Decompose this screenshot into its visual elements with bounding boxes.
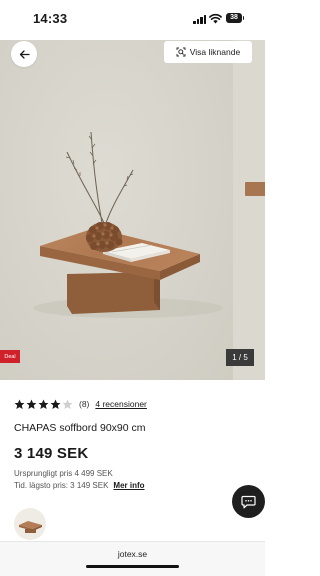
product-title: CHAPAS soffbord 90x90 cm bbox=[14, 422, 146, 434]
wifi-icon bbox=[209, 13, 222, 24]
star-empty-icon bbox=[62, 399, 73, 409]
product-image[interactable] bbox=[0, 40, 233, 380]
coffee-table-thumbnail bbox=[19, 521, 42, 533]
rating-row: (8) 4 recensioner bbox=[14, 398, 147, 410]
deal-badge: Deal bbox=[0, 350, 20, 363]
review-count: (8) bbox=[79, 399, 90, 409]
reviews-link[interactable]: 4 recensioner bbox=[95, 399, 147, 409]
original-price: Ursprungligt pris 4 499 SEK bbox=[14, 469, 113, 478]
back-button[interactable] bbox=[11, 41, 37, 67]
status-bar: 14:33 38 bbox=[0, 0, 265, 40]
star-filled-icon bbox=[38, 399, 49, 409]
image-counter: 1 / 5 bbox=[226, 349, 254, 366]
chat-bubble-icon bbox=[241, 495, 256, 508]
url-text[interactable]: jotex.se bbox=[0, 549, 265, 559]
star-filled-icon bbox=[26, 399, 37, 409]
variant-thumbnail[interactable] bbox=[14, 508, 46, 540]
coffee-table-photo bbox=[33, 131, 223, 318]
more-info-link[interactable]: Mer info bbox=[113, 481, 144, 490]
show-similar-label: Visa liknande bbox=[189, 47, 241, 57]
clock: 14:33 bbox=[33, 11, 68, 26]
next-image-preview[interactable] bbox=[233, 40, 265, 380]
lowest-price: Tid. lägsto pris: 3 149 SEK bbox=[14, 481, 109, 490]
arrow-left-icon bbox=[19, 49, 30, 59]
star-filled-icon bbox=[50, 399, 61, 409]
star-rating bbox=[14, 399, 73, 410]
browser-address-bar[interactable]: jotex.se bbox=[0, 541, 265, 576]
home-indicator bbox=[86, 565, 179, 568]
show-similar-button[interactable]: Visa liknande bbox=[164, 41, 252, 63]
star-filled-icon bbox=[14, 399, 25, 409]
chat-button[interactable] bbox=[232, 485, 265, 518]
lowest-price-row: Tid. lägsto pris: 3 149 SEK Mer info bbox=[14, 481, 145, 490]
cellular-signal-icon bbox=[193, 14, 207, 24]
battery-icon: 38 bbox=[226, 13, 244, 23]
visual-search-icon bbox=[176, 47, 186, 57]
product-price: 3 149 SEK bbox=[14, 445, 89, 462]
